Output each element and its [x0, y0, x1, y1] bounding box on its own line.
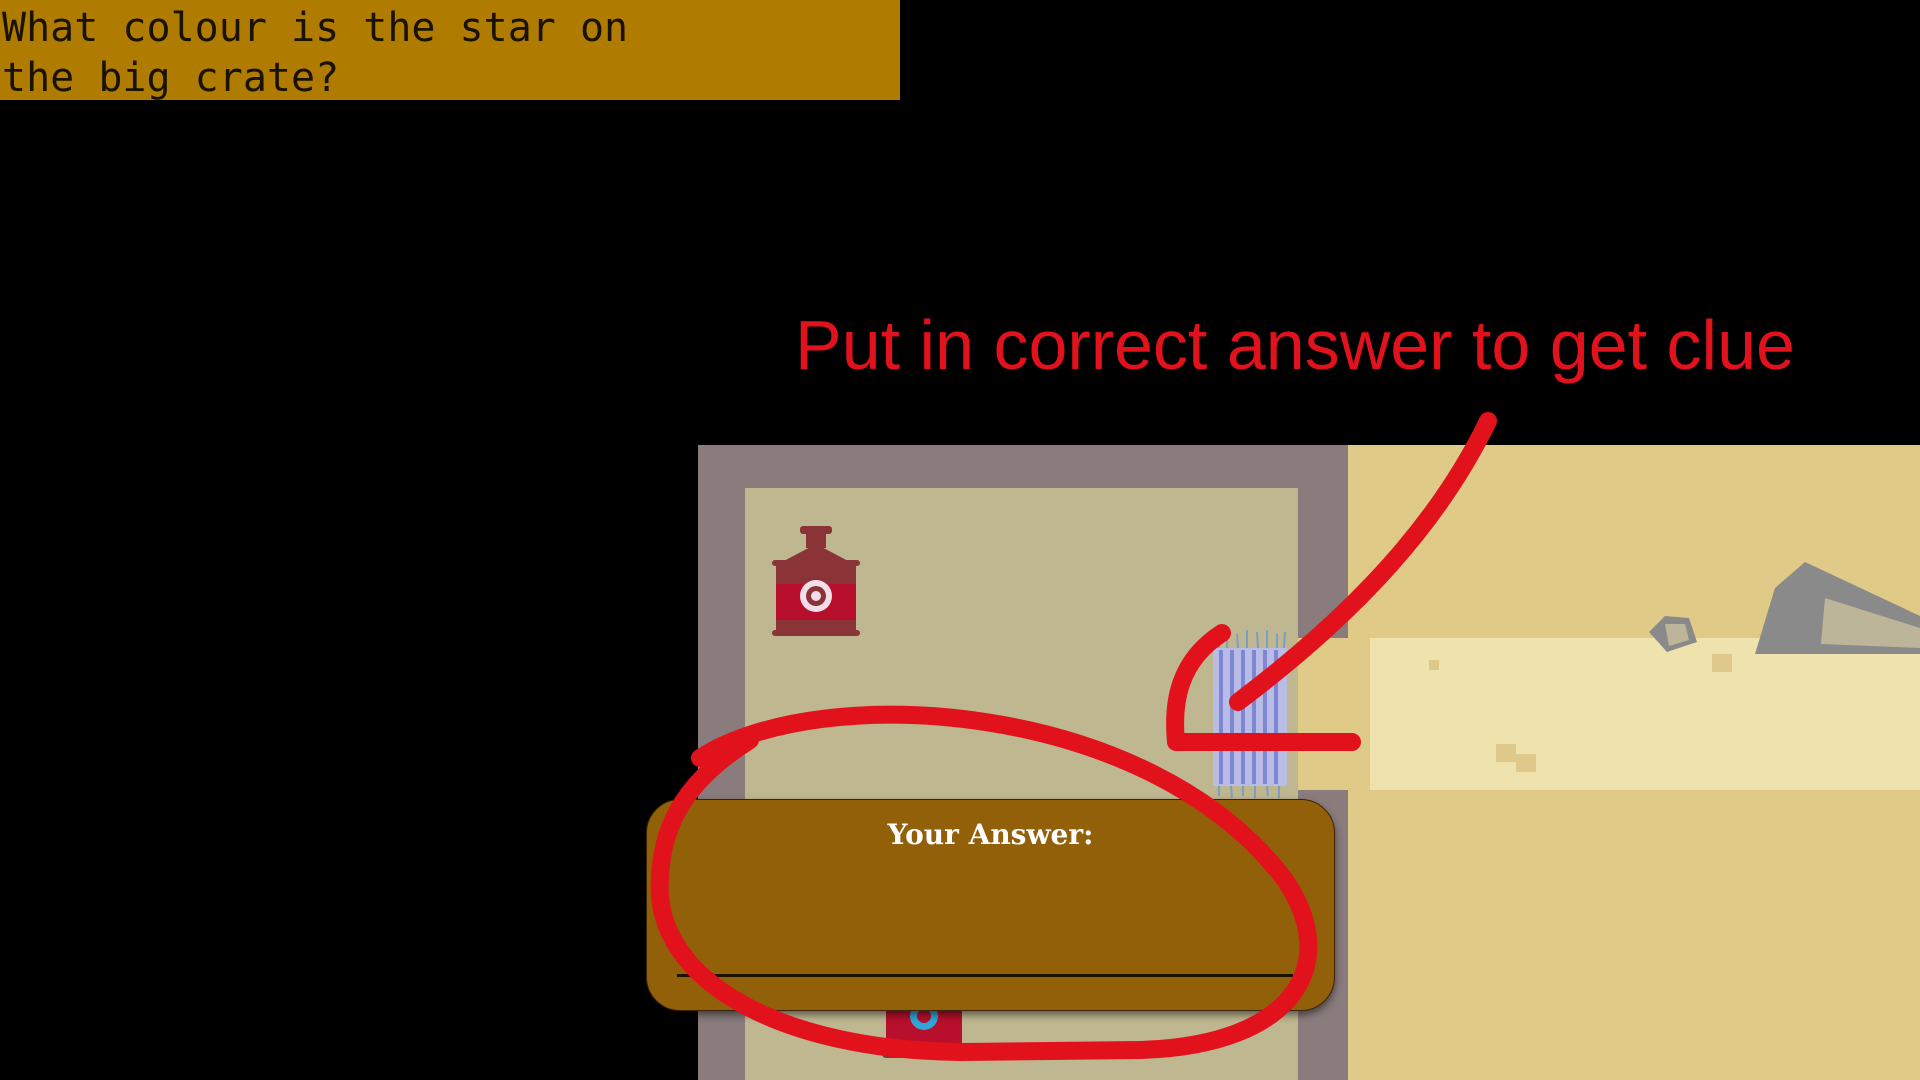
answer-label: Your Answer: — [887, 818, 1094, 851]
sand-speck — [1429, 660, 1439, 670]
sand-speck — [1516, 754, 1536, 772]
answer-input[interactable] — [677, 860, 1293, 977]
sand-speck — [1496, 744, 1516, 762]
answer-panel: Your Answer: — [646, 799, 1335, 1011]
red-lantern-icon[interactable] — [768, 526, 864, 638]
annotation-instruction: Put in correct answer to get clue — [795, 306, 1795, 384]
sand-speck — [1712, 654, 1732, 672]
grey-rock-icon — [1755, 562, 1920, 654]
grey-rock-icon — [1649, 616, 1697, 652]
doorway — [1298, 638, 1358, 790]
blue-bottle-rack-icon[interactable] — [1207, 628, 1292, 798]
sand-path — [1370, 638, 1920, 790]
question-banner: What colour is the star on the big crate… — [0, 0, 900, 101]
